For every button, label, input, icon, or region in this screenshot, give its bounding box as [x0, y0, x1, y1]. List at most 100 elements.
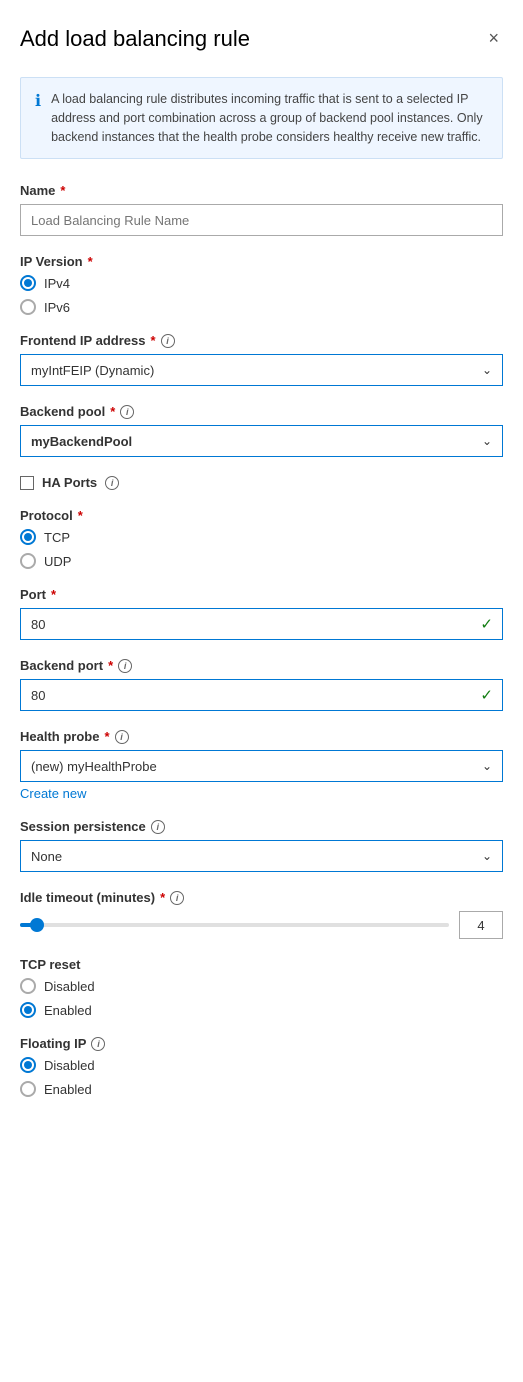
udp-radio[interactable] [20, 553, 36, 569]
frontend-ip-info-icon[interactable]: i [161, 334, 175, 348]
idle-timeout-info-icon[interactable]: i [170, 891, 184, 905]
ha-ports-label: HA Ports [42, 475, 97, 490]
ip-version-ipv4[interactable]: IPv4 [20, 275, 503, 291]
backend-pool-field-group: Backend pool * i myBackendPool ⌄ [20, 404, 503, 457]
panel-title: Add load balancing rule [20, 26, 250, 52]
name-input[interactable] [20, 204, 503, 236]
frontend-ip-select[interactable]: myIntFEIP (Dynamic) ⌄ [20, 354, 503, 386]
create-new-button[interactable]: Create new [20, 786, 86, 801]
port-valid-icon: ✓ [480, 615, 493, 633]
idle-timeout-required: * [160, 890, 165, 905]
idle-timeout-slider-row: 4 [20, 911, 503, 939]
ha-ports-row: HA Ports i [20, 475, 503, 490]
backend-port-input[interactable] [20, 679, 503, 711]
protocol-udp[interactable]: UDP [20, 553, 503, 569]
frontend-ip-value: myIntFEIP (Dynamic) [31, 363, 154, 378]
info-icon: ℹ [35, 91, 41, 146]
health-probe-value: (new) myHealthProbe [31, 759, 157, 774]
protocol-radio-group: TCP UDP [20, 529, 503, 569]
ip-version-field-group: IP Version * IPv4 IPv6 [20, 254, 503, 315]
ip-version-radio-group: IPv4 IPv6 [20, 275, 503, 315]
ip-version-label: IP Version * [20, 254, 503, 269]
name-label: Name * [20, 183, 503, 198]
tcp-radio[interactable] [20, 529, 36, 545]
health-probe-chevron-icon: ⌄ [482, 759, 492, 773]
info-text: A load balancing rule distributes incomi… [51, 90, 488, 146]
session-persistence-value: None [31, 849, 62, 864]
port-required: * [51, 587, 56, 602]
add-load-balancing-rule-panel: Add load balancing rule × ℹ A load balan… [0, 0, 523, 1155]
tcp-reset-field-group: TCP reset Disabled Enabled [20, 957, 503, 1018]
info-box: ℹ A load balancing rule distributes inco… [20, 77, 503, 159]
floating-ip-info-icon[interactable]: i [91, 1037, 105, 1051]
tcp-reset-disabled-label: Disabled [44, 979, 95, 994]
backend-pool-label: Backend pool * i [20, 404, 503, 419]
floating-ip-enabled-radio[interactable] [20, 1081, 36, 1097]
ip-version-required: * [88, 254, 93, 269]
floating-ip-disabled-radio[interactable] [20, 1057, 36, 1073]
tcp-label: TCP [44, 530, 70, 545]
session-persistence-chevron-icon: ⌄ [482, 849, 492, 863]
backend-pool-chevron-icon: ⌄ [482, 434, 492, 448]
floating-ip-enabled-label: Enabled [44, 1082, 92, 1097]
ipv4-radio[interactable] [20, 275, 36, 291]
frontend-ip-label: Frontend IP address * i [20, 333, 503, 348]
floating-ip-disabled[interactable]: Disabled [20, 1057, 503, 1073]
idle-timeout-value: 4 [477, 918, 484, 933]
close-button[interactable]: × [484, 24, 503, 53]
idle-timeout-slider-track [20, 923, 449, 927]
name-required: * [60, 183, 65, 198]
port-label: Port * [20, 587, 503, 602]
port-input-wrap: ✓ [20, 608, 503, 640]
protocol-required: * [78, 508, 83, 523]
session-persistence-label: Session persistence i [20, 819, 503, 834]
name-field-group: Name * [20, 183, 503, 236]
floating-ip-radio-group: Disabled Enabled [20, 1057, 503, 1097]
ipv6-label: IPv6 [44, 300, 70, 315]
idle-timeout-field-group: Idle timeout (minutes) * i 4 [20, 890, 503, 939]
ha-ports-info-icon[interactable]: i [105, 476, 119, 490]
health-probe-required: * [104, 729, 109, 744]
backend-pool-info-icon[interactable]: i [120, 405, 134, 419]
health-probe-select[interactable]: (new) myHealthProbe ⌄ [20, 750, 503, 782]
backend-port-input-wrap: ✓ [20, 679, 503, 711]
backend-port-required: * [108, 658, 113, 673]
ipv6-radio[interactable] [20, 299, 36, 315]
health-probe-field-group: Health probe * i (new) myHealthProbe ⌄ C… [20, 729, 503, 801]
ha-ports-checkbox[interactable] [20, 476, 34, 490]
tcp-reset-enabled[interactable]: Enabled [20, 1002, 503, 1018]
session-persistence-select[interactable]: None ⌄ [20, 840, 503, 872]
ipv4-label: IPv4 [44, 276, 70, 291]
backend-port-field-group: Backend port * i ✓ [20, 658, 503, 711]
ip-version-ipv6[interactable]: IPv6 [20, 299, 503, 315]
backend-pool-select[interactable]: myBackendPool ⌄ [20, 425, 503, 457]
health-probe-info-icon[interactable]: i [115, 730, 129, 744]
protocol-field-group: Protocol * TCP UDP [20, 508, 503, 569]
tcp-reset-disabled[interactable]: Disabled [20, 978, 503, 994]
frontend-ip-field-group: Frontend IP address * i myIntFEIP (Dynam… [20, 333, 503, 386]
tcp-reset-disabled-radio[interactable] [20, 978, 36, 994]
idle-timeout-slider-thumb[interactable] [30, 918, 44, 932]
panel-header: Add load balancing rule × [20, 24, 503, 53]
backend-pool-value: myBackendPool [31, 434, 132, 449]
idle-timeout-label: Idle timeout (minutes) * i [20, 890, 503, 905]
session-persistence-info-icon[interactable]: i [151, 820, 165, 834]
floating-ip-field-group: Floating IP i Disabled Enabled [20, 1036, 503, 1097]
floating-ip-label: Floating IP i [20, 1036, 503, 1051]
tcp-reset-enabled-label: Enabled [44, 1003, 92, 1018]
port-field-group: Port * ✓ [20, 587, 503, 640]
tcp-reset-label: TCP reset [20, 957, 503, 972]
backend-port-info-icon[interactable]: i [118, 659, 132, 673]
backend-port-label: Backend port * i [20, 658, 503, 673]
idle-timeout-value-box: 4 [459, 911, 503, 939]
floating-ip-disabled-label: Disabled [44, 1058, 95, 1073]
protocol-tcp[interactable]: TCP [20, 529, 503, 545]
health-probe-label: Health probe * i [20, 729, 503, 744]
floating-ip-enabled[interactable]: Enabled [20, 1081, 503, 1097]
frontend-ip-required: * [150, 333, 155, 348]
tcp-reset-enabled-radio[interactable] [20, 1002, 36, 1018]
port-input[interactable] [20, 608, 503, 640]
protocol-label: Protocol * [20, 508, 503, 523]
ha-ports-field-group: HA Ports i [20, 475, 503, 490]
tcp-reset-radio-group: Disabled Enabled [20, 978, 503, 1018]
